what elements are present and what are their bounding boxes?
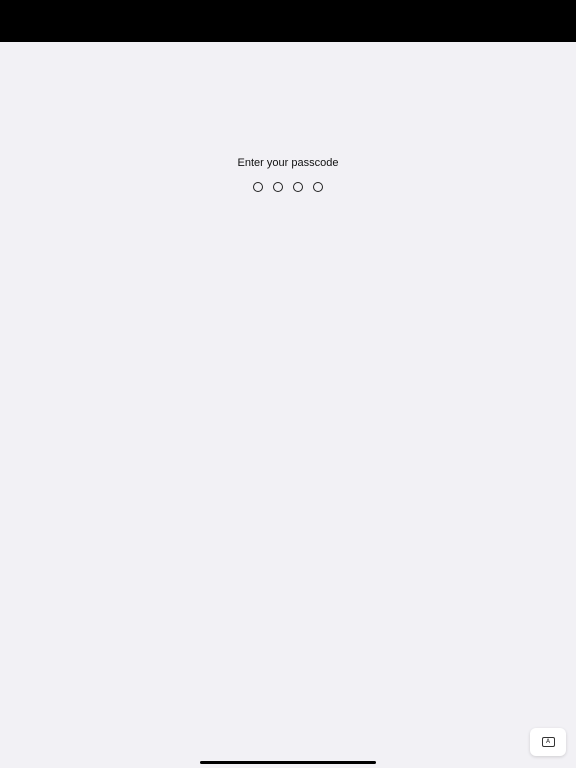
passcode-prompt: Enter your passcode [237, 157, 339, 169]
show-keyboard-button[interactable]: A [530, 728, 566, 756]
passcode-dots [0, 182, 576, 192]
status-bar [0, 0, 576, 42]
passcode-dot [293, 182, 303, 192]
keyboard-icon: A [541, 737, 555, 747]
home-indicator[interactable] [200, 761, 376, 764]
passcode-dot [273, 182, 283, 192]
passcode-dot [313, 182, 323, 192]
passcode-screen: Enter your passcode A [0, 0, 576, 768]
passcode-dot [253, 182, 263, 192]
